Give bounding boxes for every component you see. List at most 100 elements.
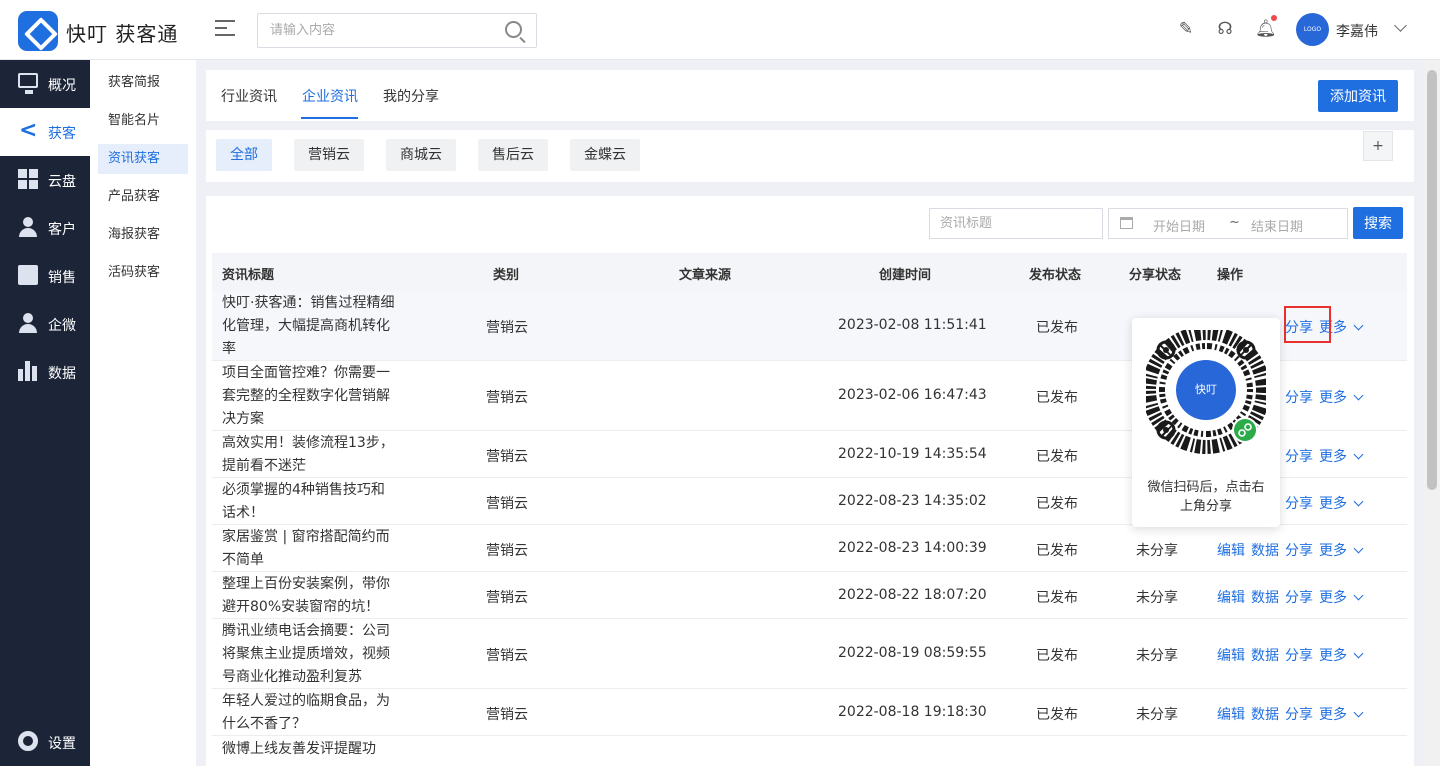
table-header: 资讯标题 类别 文章来源 创建时间 发布状态 分享状态 操作	[212, 253, 1407, 291]
sidebar-item-label: 数据	[48, 366, 76, 382]
publish-status: 已发布	[1036, 648, 1078, 664]
publish-status: 已发布	[1036, 543, 1078, 559]
share-icon	[18, 118, 38, 143]
data-link[interactable]: 数据	[1251, 707, 1279, 723]
notification-dot	[1271, 15, 1277, 21]
menu-toggle-icon[interactable]	[215, 20, 235, 38]
subnav-item-product[interactable]: 产品获客	[98, 182, 188, 212]
share-status: 未分享	[1136, 648, 1178, 664]
bar-chart-icon	[18, 361, 38, 381]
share-status: 未分享	[1136, 590, 1178, 606]
subnav-item-poster[interactable]: 海报获客	[98, 220, 188, 250]
news-title[interactable]: 家居鉴赏 | 窗帘搭配简约而不简单	[222, 526, 397, 572]
subnav-item-card[interactable]: 智能名片	[98, 106, 188, 136]
news-title[interactable]: 必须掌握的4种销售技巧和话术！	[222, 479, 397, 525]
share-link[interactable]: 分享	[1285, 648, 1313, 664]
row-actions: 编辑数据分享更多	[1217, 645, 1368, 665]
tab-industry-news[interactable]: 行业资讯	[221, 86, 277, 106]
edit-link[interactable]: 编辑	[1217, 707, 1245, 723]
share-link[interactable]: 分享	[1285, 449, 1313, 465]
share-qr-popup: 快叮 微信扫码后，点击右上角分享	[1132, 318, 1280, 527]
username[interactable]: 李嘉伟	[1336, 21, 1378, 41]
table-row[interactable]: 家居鉴赏 | 窗帘搭配简约而不简单 营销云 2022-08-23 14:00:39 已…	[212, 525, 1407, 572]
table-row[interactable]: 腾讯业绩电话会摘要：公司将聚焦主业提质增效，视频号商业化推动盈利复苏 营销云 202…	[212, 619, 1407, 689]
page-scrollbar[interactable]	[1424, 60, 1440, 766]
table-row[interactable]: 年轻人爱过的临期食品，为什么不香了？ 营销云 2022-08-18 19:18:30…	[212, 689, 1407, 736]
news-title[interactable]: 腾讯业绩电话会摘要：公司将聚焦主业提质增效，视频号商业化推动盈利复苏	[222, 620, 397, 689]
table-row[interactable]: 整理上百份安装案例，带你避开80%安装窗帘的坑！ 营销云 2022-08-22 18…	[212, 572, 1407, 619]
sidebar-item-acquire[interactable]: 获客	[0, 108, 90, 156]
data-link[interactable]: 数据	[1251, 648, 1279, 664]
publish-status: 已发布	[1036, 707, 1078, 723]
table-row[interactable]: 微博上线友善发评提醒功	[212, 736, 1407, 766]
more-dropdown[interactable]: 更多	[1319, 390, 1362, 406]
share-link[interactable]: 分享	[1285, 390, 1313, 406]
sidebar-item-label: 设置	[48, 736, 76, 752]
monitor-icon	[18, 73, 38, 94]
edit-link[interactable]: 编辑	[1217, 590, 1245, 606]
share-link[interactable]: 分享	[1285, 707, 1313, 723]
news-created-time: 2022-08-23 14:00:39	[838, 540, 987, 556]
tab-my-shares[interactable]: 我的分享	[383, 86, 439, 106]
avatar[interactable]: LOGO	[1296, 13, 1329, 46]
sidebar-item-overview[interactable]: 概况	[0, 60, 90, 108]
more-dropdown[interactable]: 更多	[1319, 590, 1362, 606]
sidebar-item-wecom[interactable]: 企微	[0, 300, 90, 348]
more-dropdown[interactable]: 更多	[1319, 449, 1362, 465]
global-search-input[interactable]	[258, 14, 488, 47]
share-link[interactable]: 分享	[1285, 496, 1313, 512]
bell-icon[interactable]: 🔔︎	[1255, 15, 1277, 39]
sidebar-item-settings[interactable]: 设置	[0, 718, 90, 766]
start-date-placeholder[interactable]: 开始日期	[1153, 216, 1205, 235]
more-dropdown[interactable]: 更多	[1319, 648, 1362, 664]
subnav-item-livecode[interactable]: 活码获客	[98, 258, 188, 288]
share-link[interactable]: 分享	[1285, 590, 1313, 606]
sidebar-item-cloud[interactable]: 云盘	[0, 156, 90, 204]
column-header-category: 类别	[493, 268, 520, 283]
edit-link[interactable]: 编辑	[1217, 543, 1245, 559]
news-title[interactable]: 项目全面管控难？你需要一套完整的全程数字化营销解决方案	[222, 362, 397, 431]
news-title[interactable]: 高效实用！装修流程13步，提前看不迷茫	[222, 432, 397, 478]
news-title[interactable]: 微博上线友善发评提醒功	[222, 738, 397, 761]
data-link[interactable]: 数据	[1251, 543, 1279, 559]
chip-kingdee-cloud[interactable]: 金蝶云	[570, 139, 640, 171]
edit-link[interactable]: 编辑	[1217, 648, 1245, 664]
news-title[interactable]: 整理上百份安装案例，带你避开80%安装窗帘的坑！	[222, 573, 397, 619]
more-dropdown[interactable]: 更多	[1319, 496, 1362, 512]
date-range-picker[interactable]: 开始日期 ~ 结束日期	[1108, 208, 1348, 239]
news-created-time: 2022-08-22 18:07:20	[838, 587, 987, 603]
headset-icon[interactable]: ☊	[1215, 19, 1235, 39]
chip-mall-cloud[interactable]: 商城云	[386, 139, 456, 171]
add-category-button[interactable]: +	[1363, 131, 1393, 161]
news-created-time: 2022-08-19 08:59:55	[838, 645, 987, 661]
more-dropdown[interactable]: 更多	[1319, 543, 1362, 559]
news-title-filter-input[interactable]	[929, 208, 1103, 239]
tab-company-news[interactable]: 企业资讯	[302, 86, 358, 106]
end-date-placeholder[interactable]: 结束日期	[1251, 216, 1303, 235]
news-category: 营销云	[486, 449, 528, 465]
chip-marketing-cloud[interactable]: 营销云	[294, 139, 364, 171]
add-news-button[interactable]: 添加资讯	[1318, 80, 1398, 112]
main-sidebar: 概况 获客 云盘 客户 销售 企微 数据 设置	[0, 60, 90, 766]
sidebar-item-customers[interactable]: 客户	[0, 204, 90, 252]
news-title[interactable]: 快叮·获客通：销售过程精细化管理，大幅提高商机转化率	[222, 292, 397, 361]
news-created-time: 2022-08-18 19:18:30	[838, 704, 987, 720]
subnav-item-brief[interactable]: 获客简报	[98, 68, 188, 98]
chevron-down-icon[interactable]	[1394, 19, 1407, 32]
more-dropdown[interactable]: 更多	[1319, 707, 1362, 723]
chip-aftersales-cloud[interactable]: 售后云	[478, 139, 548, 171]
edit-note-icon[interactable]: ✎	[1176, 19, 1196, 39]
publish-status: 已发布	[1036, 496, 1078, 512]
chip-all[interactable]: 全部	[216, 139, 272, 171]
subnav-item-news[interactable]: 资讯获客	[98, 144, 188, 174]
share-link[interactable]: 分享	[1285, 543, 1313, 559]
data-link[interactable]: 数据	[1251, 590, 1279, 606]
user-icon	[18, 217, 38, 237]
search-button[interactable]: 搜索	[1353, 207, 1403, 239]
news-title[interactable]: 年轻人爱过的临期食品，为什么不香了？	[222, 690, 397, 736]
sidebar-item-sales[interactable]: 销售	[0, 252, 90, 300]
sidebar-item-data[interactable]: 数据	[0, 348, 90, 396]
search-icon[interactable]	[505, 21, 522, 38]
scrollbar-thumb[interactable]	[1427, 70, 1437, 490]
qr-logo-text: 快叮	[1195, 383, 1217, 396]
